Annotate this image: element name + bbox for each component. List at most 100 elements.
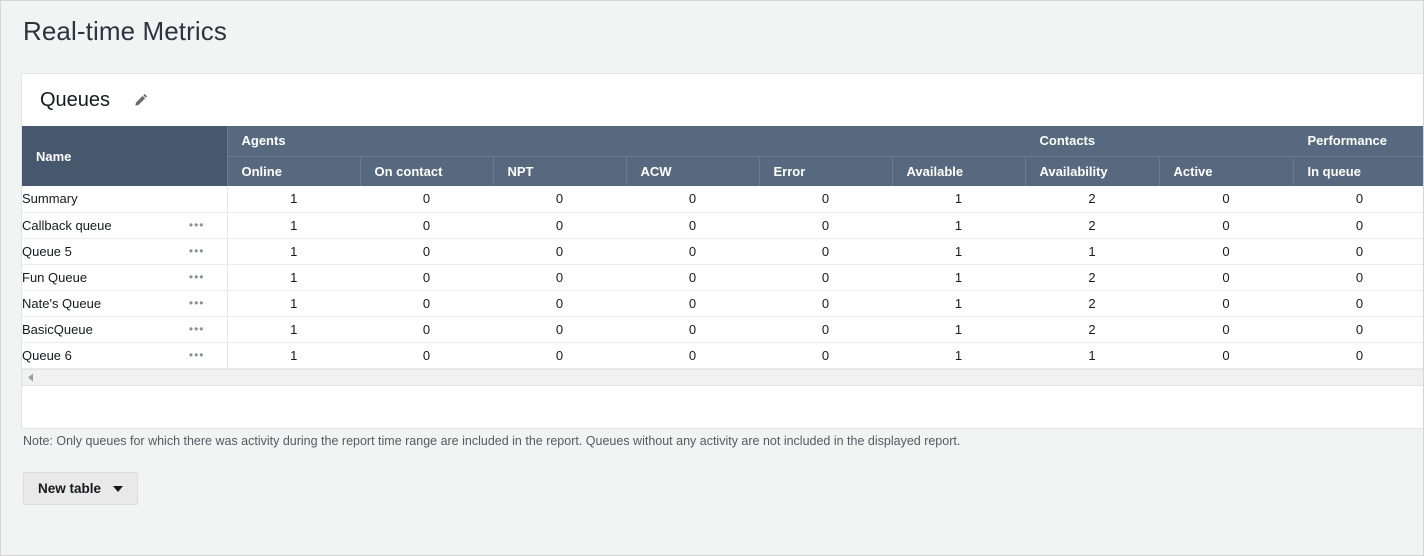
row-name-cell: Fun Queue••• bbox=[22, 264, 227, 290]
metric-cell: 0 bbox=[626, 342, 759, 368]
metric-cell: 0 bbox=[493, 264, 626, 290]
table-row: Summary100001200 bbox=[22, 186, 1424, 212]
row-name-label: Nate's Queue bbox=[22, 296, 101, 311]
column-header-npt[interactable]: NPT bbox=[493, 156, 626, 186]
chevron-down-icon bbox=[113, 486, 123, 492]
metric-cell: 0 bbox=[1159, 238, 1293, 264]
metric-cell: 0 bbox=[493, 316, 626, 342]
metric-cell: 0 bbox=[360, 342, 493, 368]
metric-cell: 0 bbox=[1293, 212, 1424, 238]
group-header-agents: Agents bbox=[227, 126, 1025, 156]
column-header-name[interactable]: Name bbox=[22, 126, 227, 186]
column-header-in-queue[interactable]: In queue bbox=[1293, 156, 1424, 186]
metric-cell: 0 bbox=[1159, 316, 1293, 342]
metric-cell: 0 bbox=[360, 290, 493, 316]
metric-cell: 0 bbox=[493, 212, 626, 238]
metric-cell: 1 bbox=[227, 290, 360, 316]
metric-cell: 0 bbox=[759, 316, 892, 342]
metric-cell: 0 bbox=[493, 290, 626, 316]
metric-cell: 1 bbox=[227, 342, 360, 368]
metric-cell: 0 bbox=[1159, 264, 1293, 290]
metric-cell: 2 bbox=[1025, 290, 1159, 316]
metric-cell: 0 bbox=[626, 316, 759, 342]
metric-cell: 1 bbox=[227, 238, 360, 264]
table-subheader-row: Online On contact NPT ACW Error Availabl… bbox=[22, 156, 1424, 186]
pencil-icon[interactable] bbox=[132, 91, 150, 109]
table-head: Name Agents Contacts Performance Online … bbox=[22, 126, 1424, 186]
metric-cell: 2 bbox=[1025, 316, 1159, 342]
metric-cell: 0 bbox=[360, 316, 493, 342]
row-overflow-menu-icon[interactable]: ••• bbox=[189, 247, 205, 255]
metric-cell: 1 bbox=[892, 342, 1025, 368]
queues-card: Queues Name Agents Contacts Performance bbox=[21, 73, 1423, 429]
metric-cell: 0 bbox=[1293, 238, 1424, 264]
column-header-error[interactable]: Error bbox=[759, 156, 892, 186]
table-body: Summary100001200Callback queue•••1000012… bbox=[22, 186, 1424, 368]
metric-cell: 0 bbox=[493, 238, 626, 264]
card-title: Queues bbox=[40, 88, 110, 112]
metric-cell: 0 bbox=[1293, 264, 1424, 290]
metric-cell: 1 bbox=[227, 316, 360, 342]
metric-cell: 1 bbox=[227, 264, 360, 290]
metric-cell: 0 bbox=[493, 342, 626, 368]
card-header: Queues bbox=[22, 74, 1423, 126]
metric-cell: 0 bbox=[1293, 342, 1424, 368]
new-table-button-label: New table bbox=[38, 481, 101, 496]
row-name-label: Callback queue bbox=[22, 218, 112, 233]
table-row: Nate's Queue•••100001200 bbox=[22, 290, 1424, 316]
metric-cell: 0 bbox=[626, 186, 759, 212]
card-bottom-spacer bbox=[22, 386, 1423, 429]
metric-cell: 1 bbox=[892, 290, 1025, 316]
new-table-button[interactable]: New table bbox=[23, 472, 138, 505]
table-row: Fun Queue•••100001200 bbox=[22, 264, 1424, 290]
metric-cell: 0 bbox=[360, 212, 493, 238]
row-name-label: Queue 5 bbox=[22, 244, 72, 259]
column-header-availability[interactable]: Availability bbox=[1025, 156, 1159, 186]
column-header-active[interactable]: Active bbox=[1159, 156, 1293, 186]
realtime-metrics-page: Real-time Metrics Queues Name Agents bbox=[0, 0, 1424, 556]
metric-cell: 0 bbox=[759, 342, 892, 368]
table-group-header-row: Name Agents Contacts Performance bbox=[22, 126, 1424, 156]
metric-cell: 0 bbox=[1159, 212, 1293, 238]
column-header-acw[interactable]: ACW bbox=[626, 156, 759, 186]
metric-cell: 2 bbox=[1025, 186, 1159, 212]
table-row: Queue 6•••100001100 bbox=[22, 342, 1424, 368]
row-name-cell: Callback queue ••• bbox=[22, 212, 227, 238]
table-row: BasicQueue•••100001200 bbox=[22, 316, 1424, 342]
metric-cell: 0 bbox=[1159, 186, 1293, 212]
metric-cell: 1 bbox=[1025, 238, 1159, 264]
row-overflow-menu-icon[interactable]: ••• bbox=[189, 351, 205, 359]
metric-cell: 0 bbox=[1159, 342, 1293, 368]
metric-cell: 0 bbox=[360, 238, 493, 264]
metric-cell: 1 bbox=[1025, 342, 1159, 368]
table-row: Queue 5•••100001100 bbox=[22, 238, 1424, 264]
metric-cell: 0 bbox=[1293, 186, 1424, 212]
row-name-label: Summary bbox=[22, 191, 78, 206]
metric-cell: 0 bbox=[759, 238, 892, 264]
metric-cell: 1 bbox=[892, 212, 1025, 238]
row-name-label: Queue 6 bbox=[22, 348, 72, 363]
row-overflow-menu-icon[interactable]: ••• bbox=[189, 299, 205, 307]
row-overflow-menu-icon[interactable]: ••• bbox=[189, 273, 205, 281]
metric-cell: 1 bbox=[227, 212, 360, 238]
metric-cell: 0 bbox=[360, 264, 493, 290]
metric-cell: 0 bbox=[493, 186, 626, 212]
row-overflow-menu-icon[interactable]: ••• bbox=[189, 325, 205, 333]
metric-cell: 2 bbox=[1025, 264, 1159, 290]
page-title: Real-time Metrics bbox=[1, 1, 1423, 47]
column-header-on-contact[interactable]: On contact bbox=[360, 156, 493, 186]
metric-cell: 0 bbox=[360, 186, 493, 212]
row-name-label: BasicQueue bbox=[22, 322, 93, 337]
footer-actions: New table bbox=[23, 472, 138, 505]
row-overflow-menu-icon[interactable]: ••• bbox=[189, 221, 205, 229]
metric-cell: 1 bbox=[892, 238, 1025, 264]
metric-cell: 0 bbox=[626, 264, 759, 290]
column-header-online[interactable]: Online bbox=[227, 156, 360, 186]
column-header-available[interactable]: Available bbox=[892, 156, 1025, 186]
horizontal-scrollbar[interactable] bbox=[22, 369, 1423, 386]
metric-cell: 0 bbox=[626, 238, 759, 264]
metric-cell: 1 bbox=[227, 186, 360, 212]
metric-cell: 0 bbox=[1159, 290, 1293, 316]
chevron-left-icon[interactable] bbox=[26, 372, 36, 382]
row-name-cell: Summary bbox=[22, 186, 227, 212]
